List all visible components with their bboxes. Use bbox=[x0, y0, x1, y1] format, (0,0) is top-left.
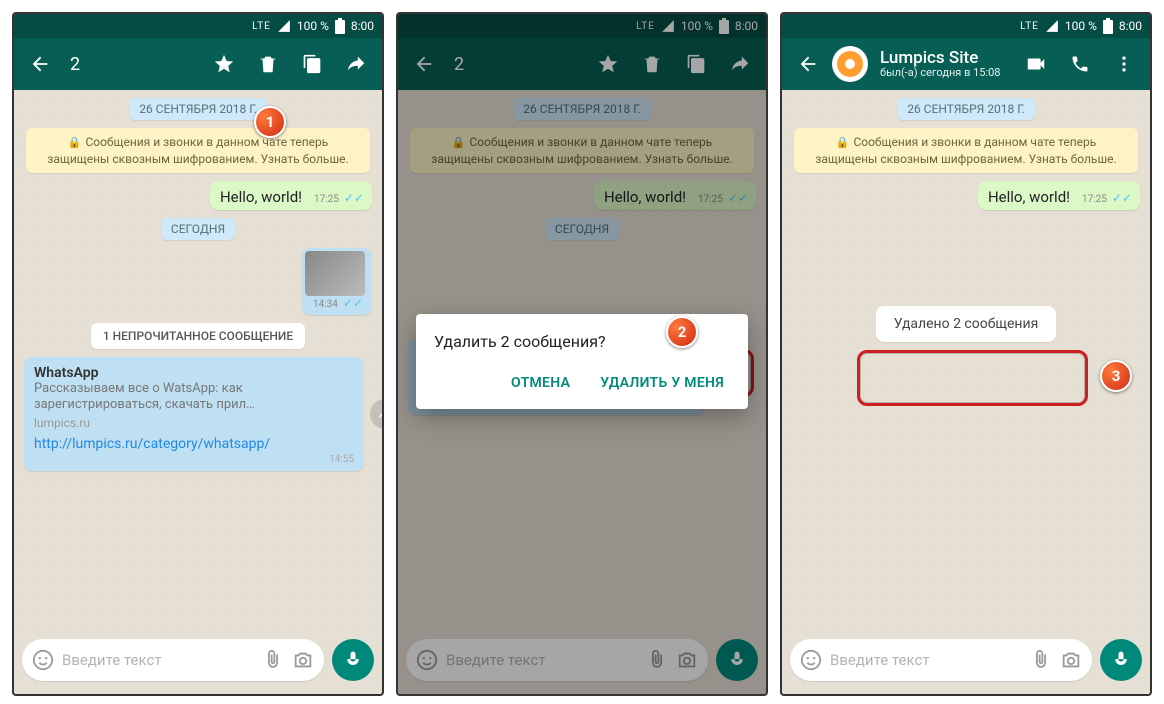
message-input[interactable]: Введите текст bbox=[790, 639, 1092, 681]
chat-app-bar: Lumpics Site был(-а) сегодня в 15:08 bbox=[782, 38, 1150, 90]
chat-area: 26 СЕНТЯБРЯ 2018 Г. 🔒Сообщения и звонки … bbox=[14, 90, 382, 634]
dialog-delete-for-me-button[interactable]: УДАЛИТЬ У МЕНЯ bbox=[594, 367, 730, 399]
input-bar: Введите текст bbox=[14, 634, 382, 694]
selection-app-bar: 2 bbox=[14, 38, 382, 90]
battery-icon bbox=[1103, 18, 1113, 34]
mic-button[interactable] bbox=[332, 639, 374, 681]
message-out-hello[interactable]: Hello, world! 17:25 ✓✓ bbox=[210, 181, 372, 210]
input-placeholder: Введите текст bbox=[62, 651, 254, 669]
forward-bubble-button[interactable] bbox=[370, 399, 382, 429]
contact-name: Lumpics Site bbox=[880, 49, 1012, 68]
camera-icon[interactable] bbox=[292, 649, 314, 671]
mic-icon bbox=[343, 650, 363, 670]
mic-icon bbox=[1111, 650, 1131, 670]
today-chip: СЕГОДНЯ bbox=[161, 218, 235, 240]
back-button[interactable] bbox=[20, 44, 60, 84]
network-lte: LTE bbox=[1020, 21, 1039, 32]
signal-icon bbox=[277, 19, 291, 33]
dialog-title: Удалить 2 сообщения? bbox=[434, 332, 730, 351]
battery-icon bbox=[335, 18, 345, 34]
contact-avatar[interactable] bbox=[832, 46, 868, 82]
clock-text: 8:00 bbox=[1119, 19, 1142, 33]
videocam-icon bbox=[1025, 53, 1047, 75]
screen-2: LTE 100 % 8:00 2 26 СЕНТЯБРЯ 2018 Г. 🔒Со… bbox=[396, 12, 768, 696]
read-ticks-icon: ✓✓ bbox=[341, 191, 364, 205]
back-button[interactable] bbox=[788, 44, 828, 84]
status-bar: LTE 100 % 8:00 bbox=[782, 14, 1150, 38]
message-out-hello[interactable]: Hello, world! 17:25 ✓✓ bbox=[978, 181, 1140, 210]
arrow-back-icon bbox=[797, 53, 819, 75]
avatar-icon bbox=[835, 49, 865, 79]
image-thumbnail bbox=[305, 251, 365, 296]
attach-icon[interactable] bbox=[1030, 649, 1052, 671]
mic-button[interactable] bbox=[1100, 639, 1142, 681]
phone-icon bbox=[1070, 54, 1090, 74]
more-vert-icon bbox=[1114, 54, 1134, 74]
dialog-cancel-button[interactable]: ОТМЕНА bbox=[505, 367, 576, 399]
message-input[interactable]: Введите текст bbox=[22, 639, 324, 681]
forward-button[interactable] bbox=[336, 44, 376, 84]
battery-text: 100 % bbox=[297, 19, 329, 33]
copy-icon bbox=[302, 54, 322, 74]
date-chip: 26 СЕНТЯБРЯ 2018 Г. bbox=[129, 98, 267, 120]
contact-header[interactable]: Lumpics Site был(-а) сегодня в 15:08 bbox=[880, 49, 1012, 80]
input-placeholder: Введите текст bbox=[830, 651, 1022, 669]
message-url[interactable]: http://lumpics.ru/category/whatsapp/ bbox=[34, 436, 354, 452]
voice-call-button[interactable] bbox=[1060, 44, 1100, 84]
delete-dialog: Удалить 2 сообщения? ОТМЕНА УДАЛИТЬ У МЕ… bbox=[416, 314, 748, 409]
encryption-notice[interactable]: 🔒Сообщения и звонки в данном чате теперь… bbox=[26, 128, 370, 173]
lock-icon: 🔒 bbox=[836, 136, 850, 149]
encryption-notice[interactable]: 🔒Сообщения и звонки в данном чате теперь… bbox=[794, 128, 1138, 173]
read-ticks-icon: ✓✓ bbox=[1109, 191, 1132, 205]
star-icon bbox=[213, 53, 235, 75]
delete-button[interactable] bbox=[248, 44, 288, 84]
deleted-toast: Удалено 2 сообщения bbox=[876, 306, 1057, 342]
arrow-back-icon bbox=[29, 53, 51, 75]
screen-1: LTE 100 % 8:00 2 26 СЕНТЯБРЯ 2018 Г. 🔒Со… bbox=[12, 12, 384, 696]
network-lte: LTE bbox=[252, 21, 271, 32]
attach-icon[interactable] bbox=[262, 649, 284, 671]
trash-icon bbox=[257, 53, 279, 75]
selection-count: 2 bbox=[70, 54, 200, 75]
forward-icon bbox=[377, 406, 382, 422]
message-out-image[interactable]: 14:34 ✓✓ bbox=[302, 248, 372, 315]
signal-icon bbox=[1045, 19, 1059, 33]
read-ticks-icon: ✓✓ bbox=[340, 296, 363, 310]
status-bar: LTE 100 % 8:00 bbox=[14, 14, 382, 38]
emoji-icon[interactable] bbox=[32, 649, 54, 671]
emoji-icon[interactable] bbox=[800, 649, 822, 671]
copy-button[interactable] bbox=[292, 44, 332, 84]
contact-status: был(-а) сегодня в 15:08 bbox=[880, 67, 1012, 79]
date-chip: 26 СЕНТЯБРЯ 2018 Г. bbox=[897, 98, 1035, 120]
video-call-button[interactable] bbox=[1016, 44, 1056, 84]
camera-icon[interactable] bbox=[1060, 649, 1082, 671]
screen-3: LTE 100 % 8:00 Lumpics Site был(-а) сего… bbox=[780, 12, 1152, 696]
star-button[interactable] bbox=[204, 44, 244, 84]
battery-text: 100 % bbox=[1065, 19, 1097, 33]
lock-icon: 🔒 bbox=[68, 136, 82, 149]
chat-area: 26 СЕНТЯБРЯ 2018 Г. 🔒Сообщения и звонки … bbox=[782, 90, 1150, 634]
unread-divider: 1 НЕПРОЧИТАННОЕ СООБЩЕНИЕ bbox=[91, 323, 305, 349]
message-in-link[interactable]: WhatsApp Рассказываем все о WatsApp: как… bbox=[24, 357, 364, 471]
more-button[interactable] bbox=[1104, 44, 1144, 84]
forward-icon bbox=[345, 53, 367, 75]
clock-text: 8:00 bbox=[351, 19, 374, 33]
input-bar: Введите текст bbox=[782, 634, 1150, 694]
